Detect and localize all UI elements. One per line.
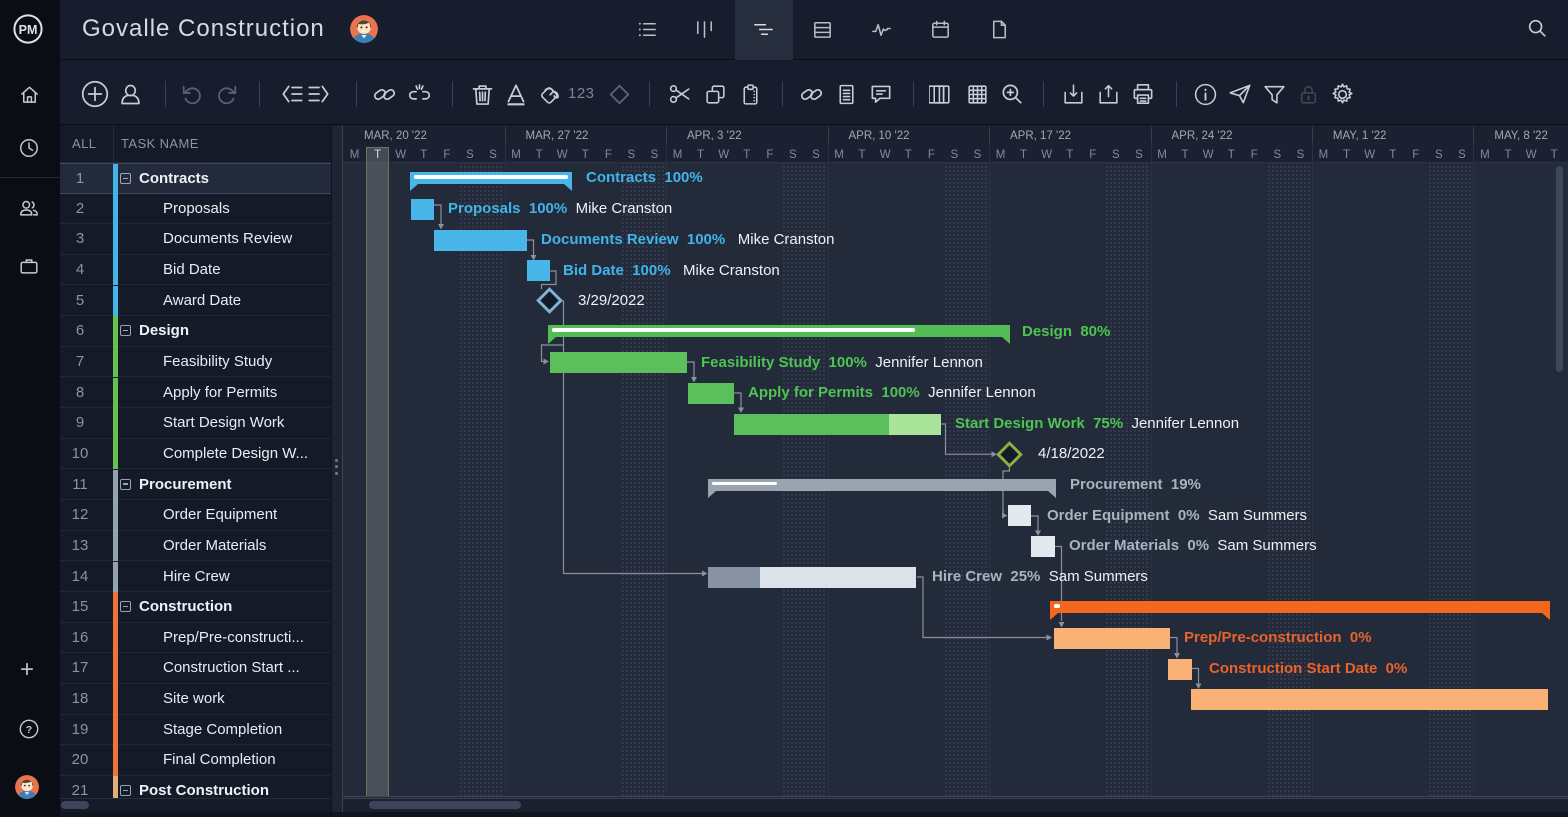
svg-text:?: ?: [26, 724, 32, 736]
svg-text:PM: PM: [19, 23, 38, 37]
